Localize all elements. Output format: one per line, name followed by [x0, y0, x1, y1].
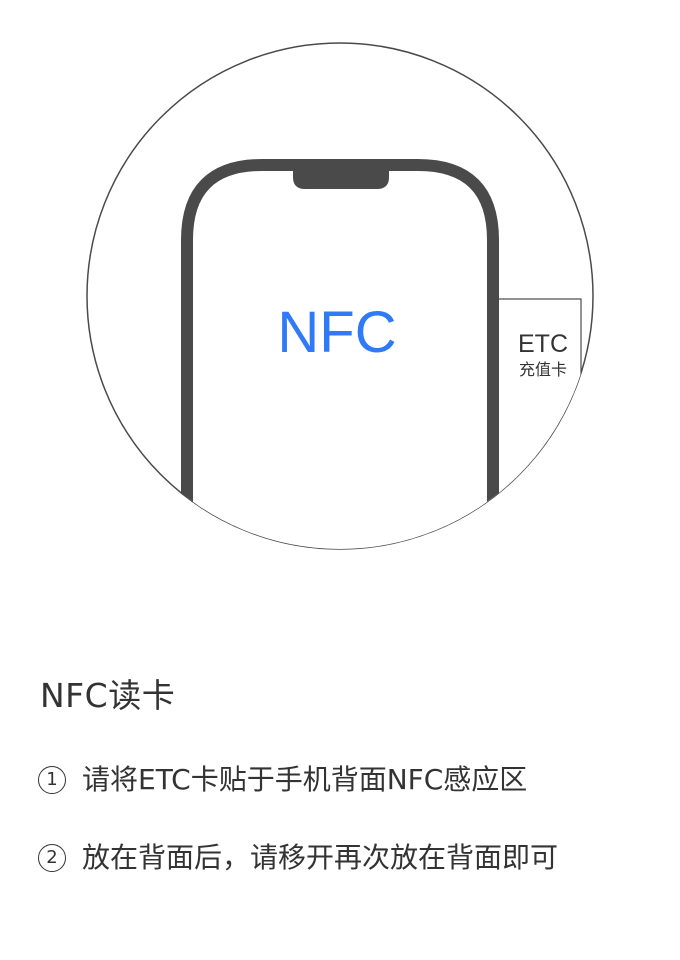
nfc-label: NFC	[277, 300, 396, 365]
step-item: 2 放在背面后，请移开再次放在背面即可	[38, 838, 558, 878]
step-number-badge: 1	[38, 766, 66, 794]
etc-card-title: ETC	[518, 330, 568, 358]
step-text: 放在背面后，请移开再次放在背面即可	[82, 841, 559, 874]
phone-frame	[181, 159, 499, 549]
step-item: 1 请将ETC卡贴于手机背面NFC感应区	[38, 760, 527, 800]
phone-notch	[293, 160, 389, 189]
step-text: 请将ETC卡贴于手机背面NFC感应区	[82, 763, 528, 796]
page-title: NFC读卡	[40, 676, 176, 715]
nfc-illustration: NFC ETC 充值卡	[86, 42, 594, 550]
step-number-badge: 2	[38, 844, 66, 872]
etc-card-subtitle: 充值卡	[519, 360, 567, 379]
